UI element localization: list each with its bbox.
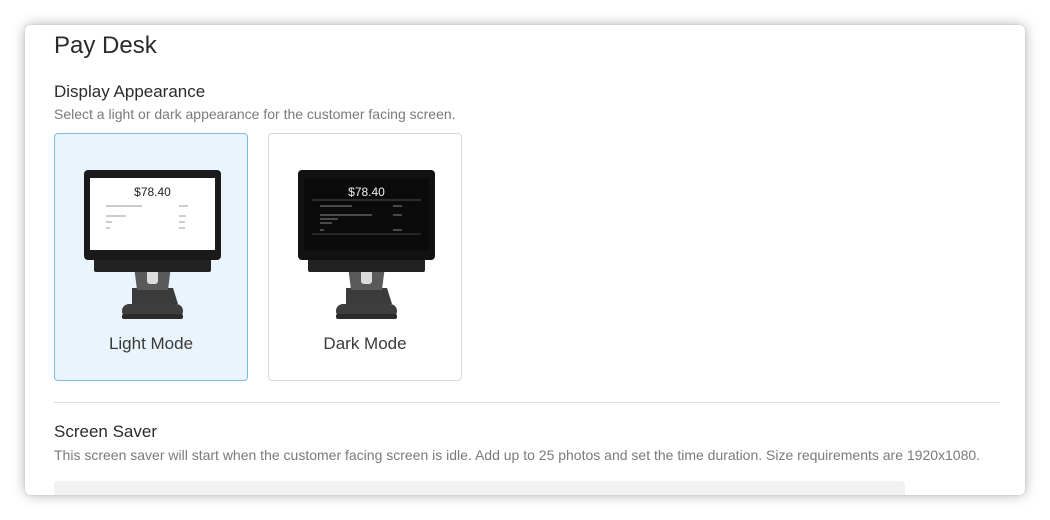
dark-mode-option[interactable]: $78.40 Dark Mode: [268, 133, 462, 381]
display-appearance-title: Display Appearance: [54, 82, 206, 101]
light-preview-price: $78.40: [134, 185, 171, 199]
light-terminal-preview-icon: $78.40: [84, 170, 221, 319]
dark-preview-price: $78.40: [348, 185, 385, 199]
dark-mode-label: Dark Mode: [323, 334, 407, 353]
display-appearance-description: Select a light or dark appearance for th…: [54, 106, 456, 122]
pay-desk-settings-panel: Pay Desk Display Appearance Select a lig…: [25, 25, 1025, 495]
section-divider: [54, 402, 1000, 403]
light-mode-label: Light Mode: [108, 334, 194, 353]
light-mode-option[interactable]: $78.40 Light Mode: [54, 133, 248, 381]
page-title: Pay Desk: [54, 32, 157, 59]
screen-saver-photo-dropzone[interactable]: [54, 481, 905, 495]
screen-saver-title: Screen Saver: [54, 422, 157, 441]
dark-terminal-preview-icon: $78.40: [298, 170, 435, 319]
screen-saver-description: This screen saver will start when the cu…: [54, 447, 981, 463]
